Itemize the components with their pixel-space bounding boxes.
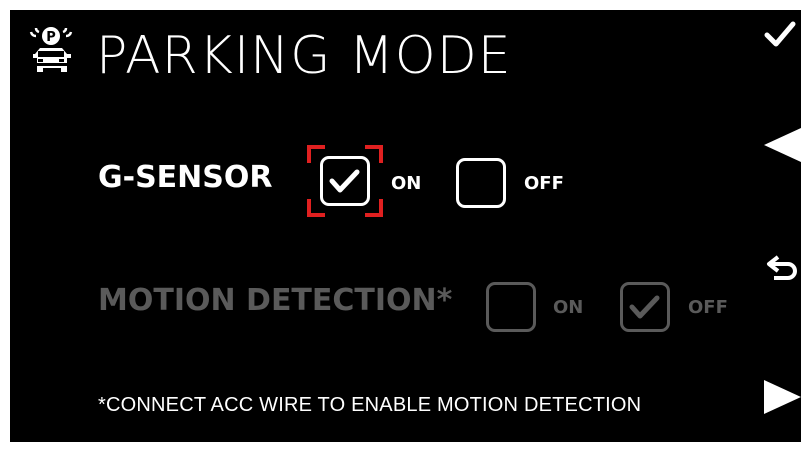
back-icon[interactable] <box>766 253 801 289</box>
motion-detection-off-checkbox[interactable] <box>620 282 670 332</box>
check-icon[interactable] <box>764 20 796 54</box>
motion-detection-label: MOTION DETECTION* <box>98 283 453 318</box>
footnote: *CONNECT ACC WIRE TO ENABLE MOTION DETEC… <box>98 394 642 416</box>
motion-detection-on-label[interactable]: ON <box>553 297 583 318</box>
gsensor-on-checkbox[interactable] <box>320 156 370 206</box>
gsensor-on-label[interactable]: ON <box>391 173 421 194</box>
right-arrow-icon[interactable] <box>764 380 801 418</box>
gsensor-label: G-SENSOR <box>98 160 273 195</box>
check-mark-icon <box>329 169 360 193</box>
parking-badge-text: P <box>46 30 56 45</box>
left-arrow-icon[interactable] <box>764 128 801 166</box>
gsensor-off-checkbox[interactable] <box>456 158 506 208</box>
motion-detection-off-label[interactable]: OFF <box>688 297 728 318</box>
check-mark-icon <box>629 295 660 319</box>
gsensor-off-label[interactable]: OFF <box>524 173 564 194</box>
car-parking-icon: P <box>20 20 84 84</box>
page-title: PARKING MODE <box>96 26 512 86</box>
motion-detection-on-checkbox[interactable] <box>486 282 536 332</box>
frame-border <box>0 0 10 450</box>
